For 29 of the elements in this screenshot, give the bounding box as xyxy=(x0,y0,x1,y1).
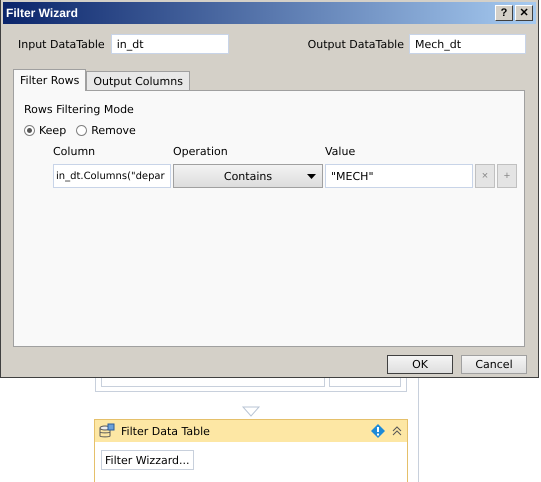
operation-dropdown[interactable]: Contains xyxy=(173,164,323,188)
column-field[interactable]: in_dt.Columns("depar xyxy=(53,164,171,188)
input-field[interactable]: in_dt xyxy=(110,34,229,54)
activity-title: Filter Data Table xyxy=(121,424,211,438)
tab[interactable]: Output Columns xyxy=(86,71,190,90)
warning-icon xyxy=(371,424,385,438)
field-label: Output DataTable xyxy=(308,38,404,50)
filter-wizard-button[interactable]: Filter Wizzard... xyxy=(101,450,194,470)
cancel-button[interactable]: Cancel xyxy=(461,355,527,374)
tab[interactable]: Filter Rows xyxy=(13,69,86,91)
column-header: Value xyxy=(325,145,356,158)
help-button[interactable]: ? xyxy=(495,5,513,21)
field-label: Input DataTable xyxy=(18,38,105,50)
window-title: Filter Wizard xyxy=(6,6,79,20)
column-header: Column xyxy=(53,145,96,158)
section-label: Rows Filtering Mode xyxy=(24,103,135,116)
radio-button[interactable] xyxy=(24,125,35,136)
database-table-icon xyxy=(99,423,115,439)
collapse-icon[interactable] xyxy=(391,425,403,437)
column-header: Operation xyxy=(173,145,229,158)
down-arrow-icon xyxy=(242,406,260,417)
radio-label: Remove xyxy=(91,124,136,137)
radio-button[interactable] xyxy=(76,125,88,136)
value-field[interactable]: "MECH" xyxy=(325,164,473,188)
ok-button[interactable]: OK xyxy=(387,355,453,374)
caret-icon xyxy=(307,174,316,179)
input-field[interactable]: Mech_dt xyxy=(409,34,526,54)
radio-label: Keep xyxy=(39,124,66,137)
close-button[interactable]: ✕ xyxy=(515,5,533,21)
